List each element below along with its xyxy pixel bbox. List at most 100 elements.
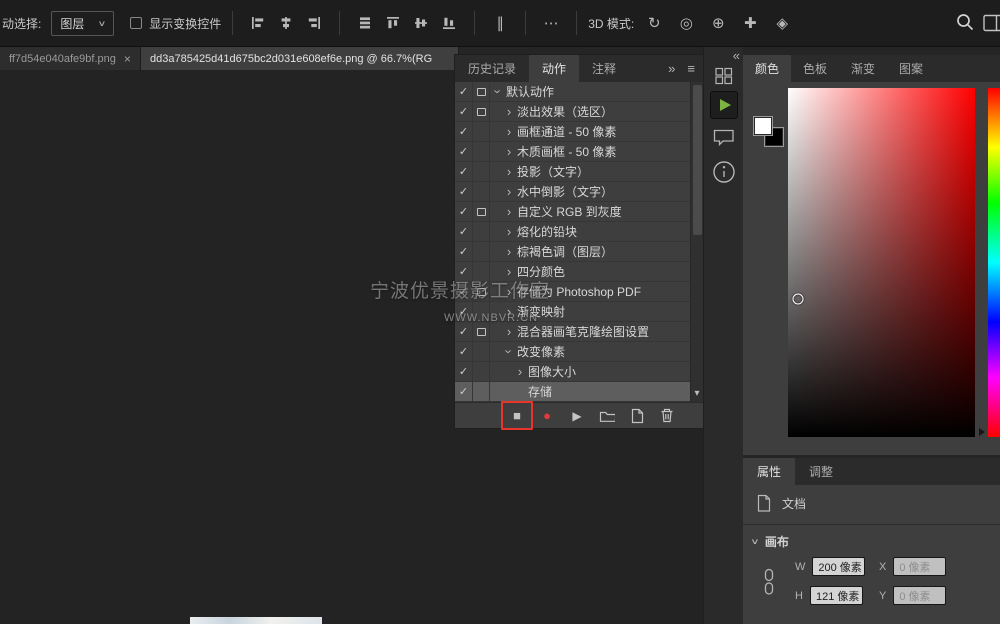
distribute-icon[interactable] — [353, 11, 377, 35]
action-check-toggle[interactable]: ✓ — [455, 262, 473, 281]
action-dialog-toggle[interactable] — [473, 202, 490, 221]
align-center-horizontal-icon[interactable] — [274, 11, 298, 35]
foreground-color-swatch[interactable] — [753, 116, 773, 136]
3d-mode-icon[interactable]: ⊕ — [706, 11, 730, 35]
action-dialog-toggle[interactable] — [473, 382, 490, 401]
action-row[interactable]: ✓ › 自定义 RGB 到灰度 — [455, 202, 703, 222]
expand-chevron-icon[interactable]: › — [501, 185, 517, 198]
workspace-grid-icon[interactable] — [714, 67, 734, 85]
action-dialog-toggle[interactable] — [473, 282, 490, 301]
tab-notes[interactable]: 注释 — [579, 55, 629, 82]
action-dialog-toggle[interactable] — [473, 242, 490, 261]
action-dialog-toggle[interactable] — [473, 342, 490, 361]
action-row[interactable]: ✓ › 默认动作 — [455, 82, 703, 102]
auto-select-dropdown[interactable]: 图层 ∨ — [51, 11, 114, 36]
action-row[interactable]: ✓ › 水中倒影（文字） — [455, 182, 703, 202]
tab-actions[interactable]: 动作 — [529, 55, 579, 82]
action-row[interactable]: ✓ 存储 — [455, 382, 703, 402]
distribute-spacing-icon[interactable]: ∥ — [488, 11, 512, 35]
3d-mode-icon[interactable]: ↻ — [642, 11, 666, 35]
expand-chevron-icon[interactable]: › — [501, 205, 517, 218]
align-top-icon[interactable] — [381, 11, 405, 35]
tab-history[interactable]: 历史记录 — [455, 55, 529, 82]
action-row[interactable]: ✓ › 混合器画笔克隆绘图设置 — [455, 322, 703, 342]
action-dialog-toggle[interactable] — [473, 82, 490, 101]
play-button[interactable]: ▶ — [569, 410, 585, 422]
action-dialog-toggle[interactable] — [473, 182, 490, 201]
document-tab[interactable]: ff7d54e040afe9bf.png × — [0, 47, 141, 70]
hue-slider-marker-icon[interactable] — [979, 428, 985, 436]
action-check-toggle[interactable]: ✓ — [455, 282, 473, 301]
action-check-toggle[interactable]: ✓ — [455, 222, 473, 241]
expand-chevron-icon[interactable]: › — [503, 344, 516, 360]
canvas-image-fragment[interactable] — [190, 617, 322, 624]
action-row[interactable]: ✓ › 画框通道 - 50 像素 — [455, 122, 703, 142]
action-dialog-toggle[interactable] — [473, 262, 490, 281]
expand-chevron-icon[interactable]: › — [501, 245, 517, 258]
scrollbar-thumb[interactable] — [693, 85, 702, 235]
action-dialog-toggle[interactable] — [473, 142, 490, 161]
action-row[interactable]: ✓ › 改变像素 — [455, 342, 703, 362]
expand-chevron-icon[interactable]: › — [501, 265, 517, 278]
expand-chevron-icon[interactable]: › — [501, 285, 517, 298]
action-row[interactable]: ✓ › 木质画框 - 50 像素 — [455, 142, 703, 162]
workspace-switcher-icon[interactable] — [982, 11, 1000, 35]
action-check-toggle[interactable]: ✓ — [455, 302, 473, 321]
scroll-down-icon[interactable]: ▾ — [691, 389, 703, 399]
link-dimensions-icon[interactable] — [762, 568, 776, 596]
new-set-folder-button[interactable] — [599, 408, 615, 424]
notes-panel-icon[interactable] — [712, 127, 735, 147]
action-check-toggle[interactable]: ✓ — [455, 362, 473, 381]
delete-action-button[interactable] — [659, 407, 675, 424]
expand-chevron-icon[interactable]: › — [501, 165, 517, 178]
width-input[interactable]: 200 像素 — [812, 557, 865, 576]
color-picker-marker[interactable] — [793, 294, 804, 305]
action-check-toggle[interactable]: ✓ — [455, 102, 473, 121]
action-dialog-toggle[interactable] — [473, 302, 490, 321]
action-dialog-toggle[interactable] — [473, 162, 490, 181]
action-check-toggle[interactable]: ✓ — [455, 142, 473, 161]
panel-overflow-icon[interactable]: » — [668, 61, 675, 76]
close-icon[interactable]: × — [124, 52, 131, 66]
play-panel-icon[interactable] — [710, 91, 738, 119]
tab-gradients[interactable]: 渐变 — [839, 55, 887, 82]
show-transform-checkbox[interactable] — [130, 17, 142, 29]
height-input[interactable]: 121 像素 — [810, 586, 863, 605]
action-check-toggle[interactable]: ✓ — [455, 322, 473, 341]
action-check-toggle[interactable]: ✓ — [455, 82, 473, 101]
x-input[interactable]: 0 像素 — [893, 557, 946, 576]
scrollbar[interactable]: ▾ — [690, 82, 703, 402]
3d-mode-icon[interactable]: ◈ — [770, 11, 794, 35]
align-bottom-icon[interactable] — [437, 11, 461, 35]
expand-chevron-icon[interactable]: › — [501, 225, 517, 238]
action-check-toggle[interactable]: ✓ — [455, 182, 473, 201]
tab-adjustments[interactable]: 调整 — [795, 458, 847, 485]
action-check-toggle[interactable]: ✓ — [455, 382, 473, 401]
action-dialog-toggle[interactable] — [473, 322, 490, 341]
expand-chevron-icon[interactable]: › — [501, 325, 517, 338]
expand-chevron-icon[interactable]: › — [492, 84, 505, 100]
saturation-brightness-field[interactable] — [788, 88, 975, 437]
tab-color[interactable]: 颜色 — [743, 55, 791, 82]
expand-chevron-icon[interactable]: › — [501, 145, 517, 158]
panel-menu-icon[interactable]: ≡ — [687, 61, 695, 76]
action-dialog-toggle[interactable] — [473, 122, 490, 141]
y-input[interactable]: 0 像素 — [893, 586, 946, 605]
expand-chevron-icon[interactable]: › — [501, 105, 517, 118]
align-right-icon[interactable] — [302, 11, 326, 35]
record-button[interactable]: ● — [539, 409, 555, 422]
action-row[interactable]: ✓ › 四分颜色 — [455, 262, 703, 282]
document-tab-active[interactable]: dd3a785425d41d675bc2d031e608ef6e.png @ 6… — [141, 47, 459, 70]
action-row[interactable]: ✓ › 投影（文字） — [455, 162, 703, 182]
action-row[interactable]: ✓ › 渐变映射 — [455, 302, 703, 322]
action-check-toggle[interactable]: ✓ — [455, 162, 473, 181]
action-dialog-toggle[interactable] — [473, 222, 490, 241]
align-left-icon[interactable] — [246, 11, 270, 35]
action-dialog-toggle[interactable] — [473, 362, 490, 381]
3d-mode-icon[interactable]: ✚ — [738, 11, 762, 35]
info-panel-icon[interactable] — [711, 159, 737, 185]
tab-properties[interactable]: 属性 — [743, 458, 795, 485]
action-row[interactable]: ✓ › 存储为 Photoshop PDF — [455, 282, 703, 302]
action-check-toggle[interactable]: ✓ — [455, 242, 473, 261]
expand-chevron-icon[interactable]: › — [512, 365, 528, 378]
